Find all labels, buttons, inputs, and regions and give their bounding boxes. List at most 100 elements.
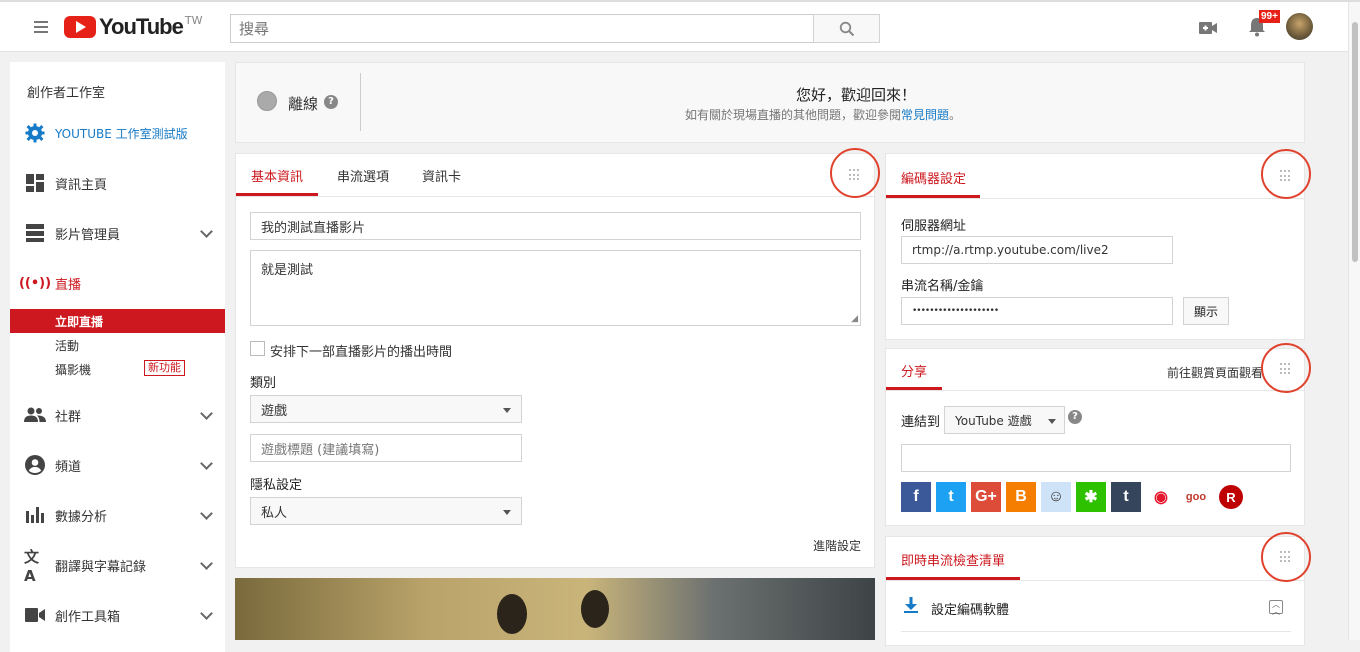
stream-key-field[interactable]: •••••••••••••••••••• xyxy=(901,297,1173,325)
connect-select[interactable]: YouTube 遊戲 xyxy=(944,406,1065,434)
status-indicator xyxy=(257,91,277,111)
checklist-panel: 即時串流檢查清單 設定編碼軟體 ︿ ︿ xyxy=(885,532,1311,646)
rakuten-share-button[interactable]: R xyxy=(1219,485,1243,509)
sidebar-item-label: 資訊主頁 xyxy=(55,177,108,193)
sidebar-item-label: YOUTUBE 工作室測試版 xyxy=(55,126,188,141)
faq-link[interactable]: 常見問題 xyxy=(901,108,949,122)
faq-suffix: 。 xyxy=(949,108,962,122)
tumblr-share-button[interactable]: t xyxy=(1111,482,1141,512)
avatar[interactable] xyxy=(1286,13,1313,40)
weibo-share-button[interactable]: ◉ xyxy=(1146,482,1176,512)
google-plus-icon: G+ xyxy=(975,488,997,505)
twitter-share-button[interactable]: t xyxy=(936,482,966,512)
sidebar-item-video-manager[interactable]: 影片管理員 xyxy=(10,219,225,247)
weibo-icon: ◉ xyxy=(1154,489,1168,506)
reddit-share-button[interactable]: ☺ xyxy=(1041,482,1071,512)
chevron-down-icon[interactable] xyxy=(200,225,213,238)
tab-cards[interactable]: 資訊卡 xyxy=(422,166,461,185)
sidebar-item-label: 頻道 xyxy=(55,459,82,475)
tab-stream-options[interactable]: 串流選項 xyxy=(337,166,389,185)
sidebar-item-label: 社群 xyxy=(55,409,82,425)
stream-preview[interactable] xyxy=(235,578,875,640)
share-url-field[interactable] xyxy=(901,444,1291,472)
facebook-icon: f xyxy=(913,488,919,505)
chevron-down-icon[interactable] xyxy=(200,507,213,520)
dropdown-arrow-icon xyxy=(1048,419,1056,424)
checklist-item-label[interactable]: 設定編碼軟體 xyxy=(931,599,1009,618)
search-input[interactable] xyxy=(231,15,813,42)
welcome-greeting: 您好，歡迎回來！ xyxy=(796,86,917,104)
translate-icon: 文A xyxy=(24,547,40,585)
sidebar-item-analytics[interactable]: 數據分析 xyxy=(10,501,225,529)
sidebar-subitem-events[interactable]: 活動 xyxy=(55,337,79,354)
sidebar-subitem-camera[interactable]: 攝影機 新功能 xyxy=(55,360,205,378)
game-title-input[interactable]: 遊戲標題 (建議填寫) xyxy=(250,434,522,462)
dropdown-arrow-icon xyxy=(503,510,511,515)
category-select[interactable]: 遊戲 xyxy=(250,395,522,423)
divider xyxy=(360,73,361,131)
privacy-select[interactable]: 私人 xyxy=(250,497,522,525)
scrollbar-thumb[interactable] xyxy=(1352,22,1358,262)
highlight-circle xyxy=(830,148,880,198)
google-plus-share-button[interactable]: G+ xyxy=(971,482,1001,512)
sidebar-item-community[interactable]: 社群 xyxy=(10,401,225,429)
region-label: TW xyxy=(184,14,203,27)
menu-icon[interactable] xyxy=(34,18,48,36)
search-icon xyxy=(839,21,854,36)
social-buttons: f t G+ B ☺ ✱ t ◉ goo R xyxy=(901,482,1281,512)
account-circle-icon xyxy=(24,455,46,475)
server-url-field[interactable]: rtmp://a.rtmp.youtube.com/live2 xyxy=(901,236,1173,264)
dashboard-icon xyxy=(24,173,46,193)
rakuten-icon: R xyxy=(1226,489,1236,505)
gear-icon xyxy=(24,123,46,143)
sidebar-item-create[interactable]: 創作工具箱 xyxy=(10,601,225,629)
title-field[interactable]: 我的測試直播影片 xyxy=(250,212,861,240)
sidebar-item-translations[interactable]: 文A 翻譯與字幕記錄 xyxy=(10,547,225,585)
chevron-down-icon[interactable] xyxy=(200,607,213,620)
tumblr-icon: t xyxy=(1123,488,1129,505)
chevron-down-icon[interactable] xyxy=(200,557,213,570)
sidebar-subitem-label: 攝影機 xyxy=(55,363,92,377)
status-label: 離線 xyxy=(288,95,319,113)
server-url-label: 伺服器網址 xyxy=(901,219,967,234)
highlight-circle xyxy=(1261,343,1311,393)
top-bar: YouTube TW 99+ xyxy=(0,0,1360,52)
show-key-button[interactable]: 顯示 xyxy=(1183,297,1229,325)
schedule-label: 安排下一部直播影片的播出時間 xyxy=(270,345,453,360)
goo-share-button[interactable]: goo xyxy=(1181,482,1211,512)
highlight-circle xyxy=(1261,149,1311,199)
community-icon xyxy=(24,405,46,425)
header-border xyxy=(886,580,1304,581)
sidebar-subitem-label: 立即直播 xyxy=(55,315,104,329)
blogger-share-button[interactable]: B xyxy=(1006,482,1036,512)
youtube-logo[interactable]: YouTube TW xyxy=(64,14,202,40)
chevron-down-icon[interactable] xyxy=(200,457,213,470)
advanced-settings-link[interactable]: 進階設定 xyxy=(813,537,861,554)
upload-video-icon[interactable] xyxy=(1198,20,1218,40)
sidebar-title: 創作者工作室 xyxy=(27,86,106,101)
chevron-down-icon[interactable] xyxy=(200,407,213,420)
video-manager-icon xyxy=(24,223,46,243)
sidebar-item-studio-beta[interactable]: YOUTUBE 工作室測試版 xyxy=(10,119,225,147)
item-divider xyxy=(901,631,1291,632)
scrollbar[interactable] xyxy=(1348,2,1360,640)
youtube-play-icon xyxy=(64,16,96,38)
connect-value: YouTube 遊戲 xyxy=(955,413,1032,428)
help-icon[interactable]: ? xyxy=(1068,410,1082,424)
schedule-checkbox[interactable] xyxy=(250,341,265,356)
search-button[interactable] xyxy=(813,14,880,43)
video-camera-icon xyxy=(24,605,46,625)
tab-basic-info[interactable]: 基本資訊 xyxy=(251,166,303,185)
watch-page-link[interactable]: 前往觀賞頁面觀看 xyxy=(1167,364,1263,381)
collapse-icon[interactable]: ︿ ︿ xyxy=(1269,600,1283,616)
sidebar-item-live[interactable]: ((•)) 直播 xyxy=(10,269,225,297)
facebook-share-button[interactable]: f xyxy=(901,482,931,512)
sidebar-subitem-stream-now[interactable]: 立即直播 xyxy=(10,309,225,333)
resize-handle-icon[interactable]: ◢ xyxy=(851,314,858,324)
sidebar: 創作者工作室 YOUTUBE 工作室測試版 資訊主頁 影片管理員 ((•)) 直… xyxy=(10,62,225,652)
description-field[interactable]: 就是測試 ◢ xyxy=(250,250,861,326)
sidebar-item-dashboard[interactable]: 資訊主頁 xyxy=(10,169,225,197)
help-icon[interactable]: ? xyxy=(324,95,338,109)
wechat-share-button[interactable]: ✱ xyxy=(1076,482,1106,512)
sidebar-item-channel[interactable]: 頻道 xyxy=(10,451,225,479)
